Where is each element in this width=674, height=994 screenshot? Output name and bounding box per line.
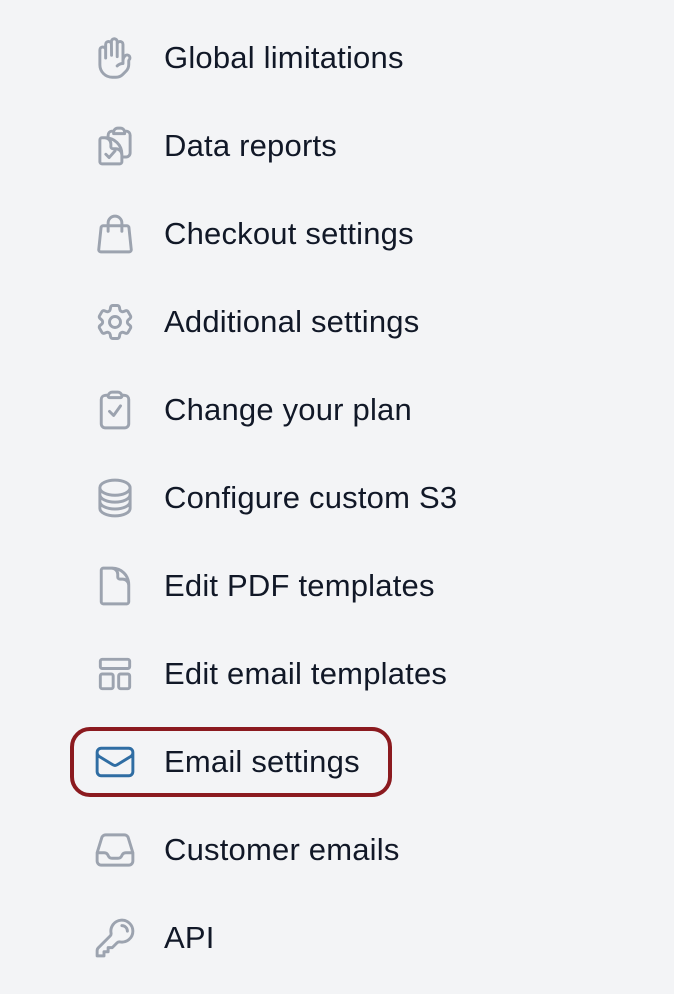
menu-item-checkout-settings[interactable]: Checkout settings: [0, 190, 674, 278]
menu-label: Data reports: [164, 128, 337, 163]
menu-label: Additional settings: [164, 304, 420, 339]
menu-item-email-settings[interactable]: Email settings: [0, 718, 674, 806]
menu-item-api[interactable]: API: [0, 894, 674, 982]
inbox-tray-icon: [93, 828, 137, 872]
database-icon: [93, 476, 137, 520]
menu-label: Checkout settings: [164, 216, 414, 251]
menu-item-edit-pdf-templates[interactable]: Edit PDF templates: [0, 542, 674, 630]
envelope-icon: [93, 740, 137, 784]
menu-label: Configure custom S3: [164, 480, 458, 515]
menu-label: Edit email templates: [164, 656, 448, 691]
menu-item-data-reports[interactable]: Data reports: [0, 102, 674, 190]
settings-menu: Global limitations Data reports Checkout…: [0, 14, 674, 982]
document-icon: [93, 564, 137, 608]
menu-item-global-limitations[interactable]: Global limitations: [0, 14, 674, 102]
menu-item-edit-email-templates[interactable]: Edit email templates: [0, 630, 674, 718]
menu-label: Global limitations: [164, 40, 404, 75]
menu-label: Customer emails: [164, 832, 400, 867]
menu-label: Email settings: [164, 744, 360, 779]
menu-item-customer-emails[interactable]: Customer emails: [0, 806, 674, 894]
clipboard-check-icon: [93, 388, 137, 432]
menu-item-additional-settings[interactable]: Additional settings: [0, 278, 674, 366]
gear-icon: [93, 300, 137, 344]
hand-icon: [93, 36, 137, 80]
clipboard-copy-icon: [93, 124, 137, 168]
menu-item-change-plan[interactable]: Change your plan: [0, 366, 674, 454]
shopping-bag-icon: [93, 212, 137, 256]
menu-label: Edit PDF templates: [164, 568, 435, 603]
menu-item-configure-s3[interactable]: Configure custom S3: [0, 454, 674, 542]
menu-label: API: [164, 920, 215, 955]
template-layout-icon: [93, 652, 137, 696]
key-icon: [93, 916, 137, 960]
menu-label: Change your plan: [164, 392, 412, 427]
